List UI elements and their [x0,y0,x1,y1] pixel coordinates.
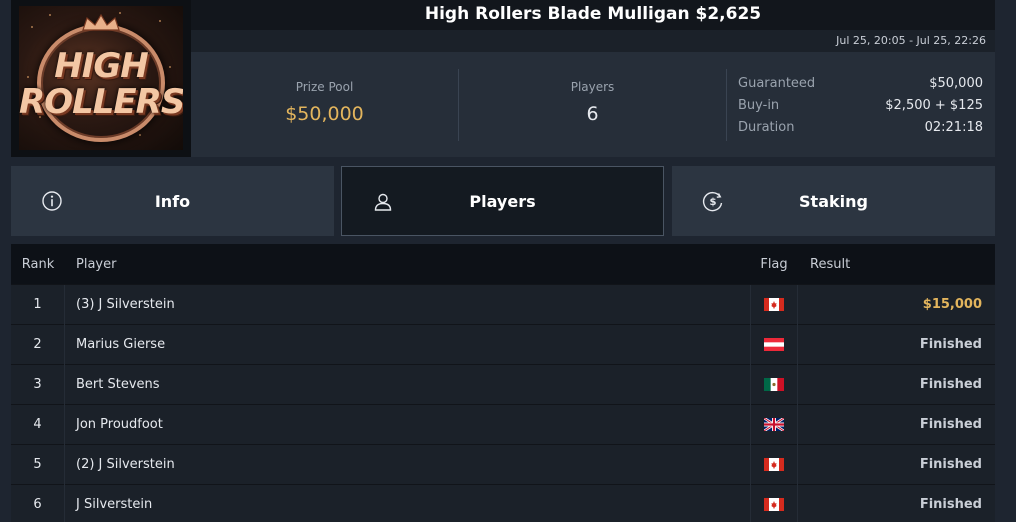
info-icon [42,191,62,211]
column-header-player[interactable]: Player [65,257,750,272]
table-row[interactable]: 5 (2) J Silverstein Finished [11,444,995,485]
prize-pool-label: Prize Pool [295,80,354,94]
detail-value: 02:21:18 [924,120,983,135]
rank-cell: 3 [11,364,65,405]
rank-cell: 2 [11,324,65,365]
flag-cell [750,324,798,365]
logo-word-high: HIGH [54,46,148,86]
mexico-flag-icon [764,378,784,391]
united-kingdom-flag-icon [764,418,784,431]
table-header: Rank Player Flag Result [11,244,995,284]
high-rollers-logo-image: HIGH ROLLERS [19,6,183,150]
tab-info-label: Info [154,191,191,211]
svg-text:$: $ [710,197,717,208]
tournament-title: High Rollers Blade Mulligan $2,625 [424,4,762,24]
tournament-date-range: Jul 25, 20:05 - Jul 25, 22:26 [836,34,986,47]
tab-staking[interactable]: $ Staking [672,166,995,236]
table-row[interactable]: 1 (3) J Silverstein $15,000 [11,284,995,325]
players-label: Players [570,80,615,94]
flag-cell [750,484,798,522]
rank-cell: 6 [11,484,65,522]
flag-cell [750,364,798,405]
austria-flag-icon [764,338,784,351]
dollar-coin-icon: $ [702,192,723,212]
result-cell: Finished [919,377,982,392]
column-header-result[interactable]: Result [798,257,995,272]
players-stat: Players 6 [459,52,726,157]
flag-cell [750,284,798,325]
canada-flag-icon [764,298,784,311]
table-row[interactable]: 2 Marius Gierse Finished [11,324,995,365]
prize-pool-stat: Prize Pool $50,000 [191,52,458,157]
table-row[interactable]: 3 Bert Stevens Finished [11,364,995,405]
stats-panel: Prize Pool $50,000 Players 6 Guaranteed … [191,52,995,157]
crown-icon [82,14,120,31]
column-header-rank[interactable]: Rank [11,257,65,272]
player-name-cell[interactable]: (2) J Silverstein [65,457,750,472]
detail-row-duration: Duration 02:21:18 [738,120,983,142]
stats-divider [726,69,727,141]
detail-row-buy-in: Buy-in $2,500 + $125 [738,98,983,120]
result-cell: Finished [919,337,982,352]
user-icon [374,193,392,211]
result-cell: Finished [919,457,982,472]
detail-value: $2,500 + $125 [885,98,983,113]
logo-word-rollers: ROLLERS [19,82,183,122]
result-cell: $15,000 [922,297,982,312]
tournament-logo: HIGH ROLLERS [11,0,191,157]
flag-cell [750,444,798,485]
prize-pool-value: $50,000 [285,103,364,125]
player-name-cell[interactable]: Bert Stevens [65,377,750,392]
player-name-cell[interactable]: Jon Proudfoot [65,417,750,432]
player-name-cell[interactable]: Marius Gierse [65,337,750,352]
flag-cell [750,404,798,445]
tab-players-label: Players [469,191,536,211]
result-cell: Finished [919,417,982,432]
result-cell: Finished [919,497,982,512]
player-name-cell[interactable]: (3) J Silverstein [65,297,750,312]
tab-info[interactable]: Info [11,166,334,236]
rank-cell: 1 [11,284,65,325]
rank-cell: 4 [11,404,65,445]
detail-label: Duration [738,120,795,135]
tournament-details: Guaranteed $50,000 Buy-in $2,500 + $125 … [738,76,983,142]
detail-label: Guaranteed [738,76,816,91]
player-name-cell[interactable]: J Silverstein [65,497,750,512]
tab-players[interactable]: Players [341,166,664,236]
table-row[interactable]: 6J Silverstein Finished [11,484,995,522]
detail-value: $50,000 [929,76,983,91]
column-header-flag[interactable]: Flag [750,257,798,272]
rank-cell: 5 [11,444,65,485]
players-value: 6 [586,103,599,125]
date-row: Jul 25, 20:05 - Jul 25, 22:26 [191,30,995,52]
players-table: Rank Player Flag Result 1 (3) J Silverste… [11,244,995,522]
table-row[interactable]: 4 Jon Proudfoot Finished [11,404,995,445]
detail-row-guaranteed: Guaranteed $50,000 [738,76,983,98]
tab-staking-label: Staking [799,191,868,211]
canada-flag-icon [764,498,784,511]
canada-flag-icon [764,458,784,471]
detail-label: Buy-in [738,98,780,113]
